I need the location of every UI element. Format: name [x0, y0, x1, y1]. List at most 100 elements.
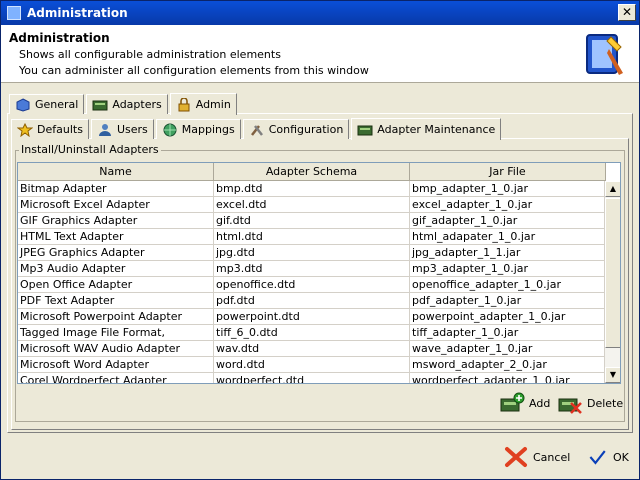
cell-name: HTML Text Adapter: [18, 229, 214, 245]
admin-logo-icon: [586, 34, 623, 75]
tab-defaults[interactable]: Defaults: [11, 119, 89, 139]
cell-name: Bitmap Adapter: [18, 181, 214, 197]
cell-jar: excel_adapter_1_0.jar: [410, 197, 606, 213]
table-row[interactable]: PDF Text Adapter pdf.dtd pdf_adapter_1_0.j…: [18, 293, 606, 309]
checkmark-icon: [589, 450, 606, 465]
cell-jar: jpg_adapter_1_1.jar: [410, 245, 606, 261]
cell-jar: gif_adapter_1_0.jar: [410, 213, 606, 229]
table-row[interactable]: GIF Graphics Adapter gif.dtd gif_adapter_1…: [18, 213, 606, 229]
users-icon: [98, 123, 111, 136]
table-row[interactable]: Tagged Image File Format, tiff_6_0.dtd tif…: [18, 325, 606, 341]
cell-name: PDF Text Adapter: [18, 293, 214, 309]
cancel-button[interactable]: Cancel: [503, 445, 570, 469]
cell-jar: wave_adapter_1_0.jar: [410, 341, 606, 357]
cancel-button-label: Cancel: [533, 450, 571, 464]
group-title: Install/Uninstall Adapters: [19, 143, 161, 156]
title-bar[interactable]: Administration ✕: [1, 1, 639, 25]
cell-name: Corel Wordperfect Adapter: [18, 373, 214, 383]
column-header-adapter-schema[interactable]: Adapter Schema: [214, 163, 410, 181]
tab-users[interactable]: Users: [90, 119, 154, 139]
cell-schema: jpg.dtd: [214, 245, 410, 261]
header-title: Administration: [9, 31, 110, 45]
cell-name: Mp3 Audio Adapter: [18, 261, 214, 277]
cell-schema: powerpoint.dtd: [214, 309, 410, 325]
scroll-up-button[interactable]: ▲: [605, 181, 620, 197]
cell-schema: gif.dtd: [214, 213, 410, 229]
close-button[interactable]: ✕: [618, 4, 636, 21]
window-title: Administration: [27, 6, 128, 20]
add-adapter-icon: [500, 392, 525, 412]
cell-schema: wordperfect.dtd: [214, 373, 410, 383]
cell-schema: openoffice.dtd: [214, 277, 410, 293]
header-description-1: Shows all configurable administration el…: [19, 48, 281, 61]
cell-name: Tagged Image File Format,: [18, 325, 214, 341]
cell-name: Microsoft Powerpoint Adapter: [18, 309, 214, 325]
table-row[interactable]: Microsoft WAV Audio Adapter wav.dtd wave_a…: [18, 341, 606, 357]
cube-icon: [16, 97, 30, 112]
cell-schema: excel.dtd: [214, 197, 410, 213]
delete-button-label: Delete: [587, 396, 624, 410]
cell-schema: wav.dtd: [214, 341, 410, 357]
column-header-name[interactable]: Name: [18, 163, 214, 181]
cell-jar: wordperfect_adapter_1_0.jar: [410, 373, 606, 383]
cell-schema: mp3.dtd: [214, 261, 410, 277]
tab-general[interactable]: General: [9, 94, 85, 114]
scroll-thumb[interactable]: [605, 198, 620, 348]
cell-schema: tiff_6_0.dtd: [214, 325, 410, 341]
cell-name: GIF Graphics Adapter: [18, 213, 214, 229]
cell-jar: openoffice_adapter_1_0.jar: [410, 277, 606, 293]
table-row[interactable]: Corel Wordperfect Adapter wordperfect.dtd…: [18, 373, 606, 383]
table-row[interactable]: Mp3 Audio Adapter mp3.dtd mp3_adapter_1_0.…: [18, 261, 606, 277]
cell-jar: powerpoint_adapter_1_0.jar: [410, 309, 606, 325]
cell-jar: msword_adapter_2_0.jar: [410, 357, 606, 373]
cell-name: JPEG Graphics Adapter: [18, 245, 214, 261]
lock-icon: [178, 97, 190, 111]
cell-name: Microsoft Excel Adapter: [18, 197, 214, 213]
cell-schema: word.dtd: [214, 357, 410, 373]
table-row[interactable]: HTML Text Adapter html.dtd html_adapater_1…: [18, 229, 606, 245]
table-row[interactable]: Microsoft Excel Adapter excel.dtd excel_ad…: [18, 197, 606, 213]
tab-general-label: General: [35, 98, 79, 111]
tab-mappings[interactable]: Mappings: [155, 119, 241, 139]
cell-schema: html.dtd: [214, 229, 410, 245]
table-row[interactable]: Bitmap Adapter bmp.dtd bmp_adapter_1_0.jar: [18, 181, 606, 197]
cell-name: Microsoft Word Adapter: [18, 357, 214, 373]
star-icon: [17, 122, 33, 137]
table-header: Name Adapter Schema Jar File: [18, 163, 606, 181]
cell-jar: bmp_adapter_1_0.jar: [410, 181, 606, 197]
admin-window: Administration ✕ Administration Shows al…: [0, 0, 640, 480]
delete-adapter-button[interactable]: Delete: [557, 391, 623, 415]
tab-defaults-label: Defaults: [37, 123, 83, 136]
cell-schema: bmp.dtd: [214, 181, 410, 197]
table-row[interactable]: Microsoft Powerpoint Adapter powerpoint.d…: [18, 309, 606, 325]
adapter-icon: [92, 100, 108, 110]
tab-adapters[interactable]: Adapters: [86, 94, 168, 114]
cancel-x-icon: [505, 447, 527, 467]
cell-jar: tiff_adapter_1_0.jar: [410, 325, 606, 341]
cell-schema: pdf.dtd: [214, 293, 410, 309]
table-row[interactable]: Microsoft Word Adapter word.dtd msword_ada…: [18, 357, 606, 373]
cell-name: Microsoft WAV Audio Adapter: [18, 341, 214, 357]
cell-jar: html_adapater_1_0.jar: [410, 229, 606, 245]
ok-button[interactable]: OK: [587, 445, 629, 469]
scroll-down-button[interactable]: ▼: [605, 367, 620, 383]
tab-configuration[interactable]: Configuration: [242, 119, 350, 139]
table-row[interactable]: Open Office Adapter openoffice.dtd openoff…: [18, 277, 606, 293]
tab-adapter-maintenance-label: Adapter Maintenance: [377, 123, 496, 136]
adapters-table[interactable]: Name Adapter Schema Jar File Bitmap Adap…: [17, 162, 621, 384]
main-tabs: General Adapters Admin: [9, 92, 239, 115]
header-panel: Administration Shows all configurable ad…: [1, 25, 639, 83]
table-vertical-scrollbar[interactable]: ▲ ▼: [604, 181, 620, 383]
tab-admin-label: Admin: [195, 98, 231, 111]
adapter-icon: [357, 125, 373, 135]
table-row[interactable]: JPEG Graphics Adapter jpg.dtd jpg_adapter_…: [18, 245, 606, 261]
globe-icon: [163, 123, 177, 136]
ok-button-label: OK: [613, 450, 629, 464]
add-adapter-button[interactable]: Add: [499, 391, 550, 415]
sub-tabs: Defaults Users Mappings Configuration Ad…: [11, 117, 503, 140]
tab-adapters-label: Adapters: [112, 98, 162, 111]
tab-admin[interactable]: Admin: [169, 93, 237, 115]
add-button-label: Add: [529, 396, 551, 410]
tab-adapter-maintenance[interactable]: Adapter Maintenance: [351, 118, 502, 140]
column-header-jar-file[interactable]: Jar File: [410, 163, 606, 181]
